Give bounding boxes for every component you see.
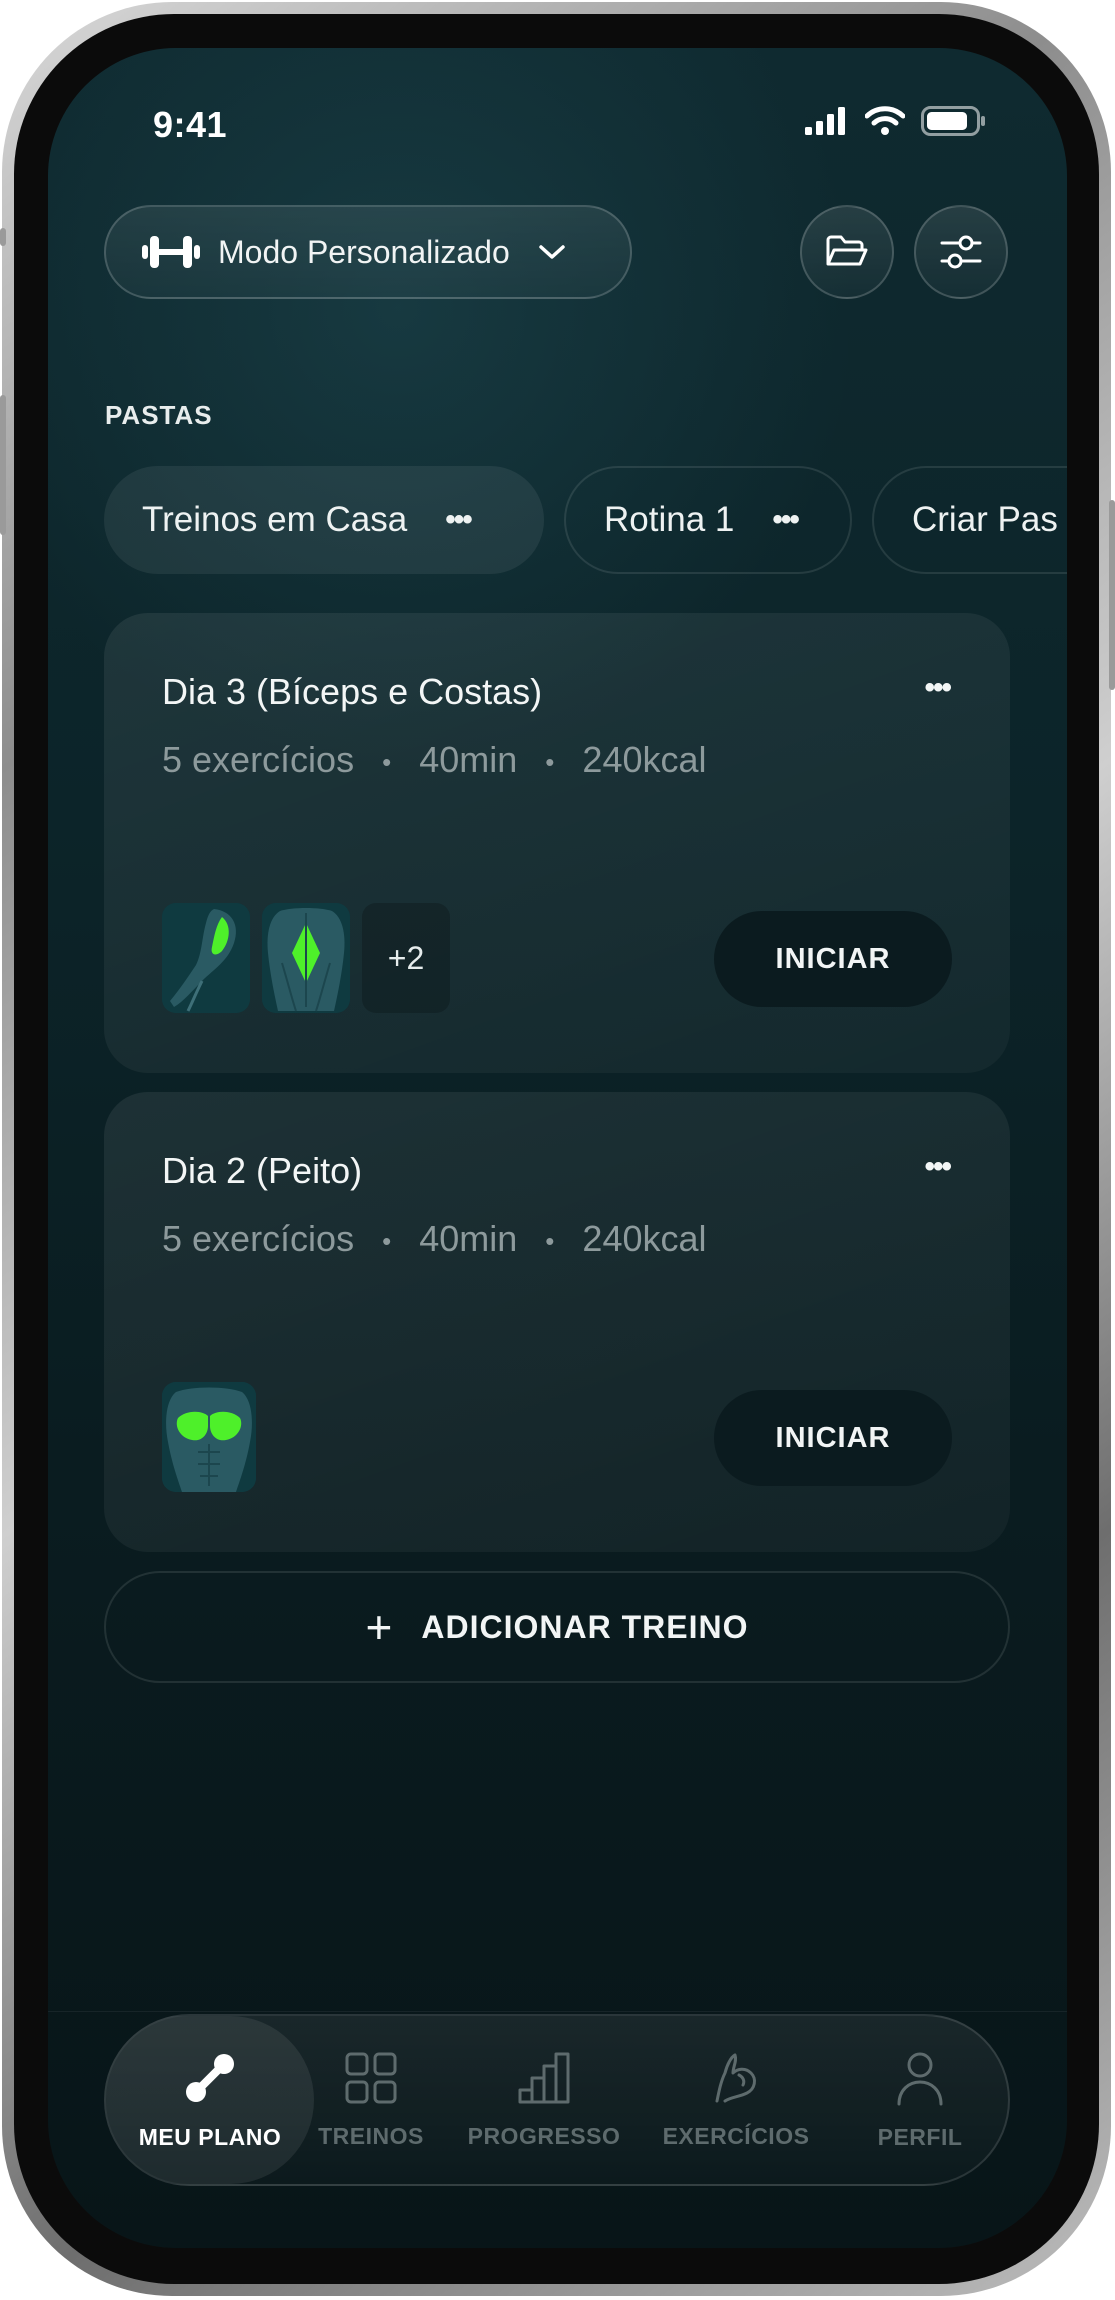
more-icon[interactable]: ••• [445, 503, 472, 537]
bicep-icon [715, 2053, 756, 2102]
grid-icon [345, 2052, 397, 2103]
more-icon[interactable]: ••• [924, 1150, 951, 1184]
nav-label: PERFIL [877, 2123, 963, 2150]
workout-card[interactable]: Dia 2 (Peito) ••• 5 exercícios • 40min •… [104, 1092, 1010, 1552]
meta-separator: • [545, 1225, 555, 1256]
workout-card[interactable]: Dia 3 (Bíceps e Costas) ••• 5 exercícios… [104, 613, 1010, 1073]
workout-duration: 40min [419, 1218, 518, 1259]
meta-separator: • [382, 746, 392, 777]
workout-calories: 240kcal [582, 739, 707, 780]
folder-chip-label: Criar Pas [912, 500, 1058, 539]
workout-title: Dia 3 (Bíceps e Costas) [162, 671, 543, 712]
workout-title: Dia 2 (Peito) [162, 1150, 363, 1191]
chevron-down-icon [538, 245, 565, 259]
muscle-thumbnails [162, 1382, 256, 1492]
nav-item-my-plan[interactable]: MEU PLANO [106, 2016, 314, 2184]
mode-label: Modo Personalizado [218, 233, 510, 270]
meta-separator: • [545, 746, 555, 777]
more-icon[interactable]: ••• [772, 503, 799, 537]
nav-label: MEU PLANO [138, 2123, 282, 2150]
exercise-count: 5 exercícios [162, 1218, 355, 1259]
folder-chip-label: Rotina 1 [604, 500, 735, 539]
more-icon[interactable]: ••• [924, 671, 951, 705]
app-screen: 9:41 Modo Personalizado PASTAS Treinos e… [48, 48, 1067, 2248]
add-workout-button[interactable]: + ADICIONAR TREINO [104, 1571, 1010, 1683]
folder-chip-routine[interactable]: Rotina 1 ••• [564, 466, 852, 574]
more-muscles-badge: +2 [362, 903, 450, 1013]
folder-chip-home[interactable]: Treinos em Casa ••• [104, 466, 544, 574]
dumbbell-icon [142, 236, 200, 268]
workout-duration: 40min [419, 739, 518, 780]
filter-button[interactable] [914, 205, 1008, 299]
bottom-navigation: MEU PLANO TREINOS PROGRESSO EXERCÍCIOS P… [104, 2014, 1010, 2186]
section-label-folders: PASTAS [105, 400, 213, 430]
workout-meta: 5 exercícios • 40min • 240kcal [162, 1218, 707, 1260]
back-muscle-image [262, 903, 350, 1013]
nav-item-progress[interactable]: PROGRESSO [464, 2016, 624, 2184]
nav-label: PROGRESSO [467, 2122, 621, 2149]
plan-icon [186, 2053, 234, 2102]
nav-item-profile[interactable]: PERFIL [866, 2016, 974, 2184]
workout-meta: 5 exercícios • 40min • 240kcal [162, 739, 707, 781]
phone-side-button [1109, 500, 1115, 690]
nav-label: EXERCÍCIOS [662, 2122, 810, 2149]
nav-item-workouts[interactable]: TREINOS [314, 2016, 428, 2184]
muscle-thumbnails: +2 [162, 903, 450, 1013]
sliders-icon [940, 235, 982, 269]
start-workout-button[interactable]: INICIAR [714, 911, 952, 1007]
folders-button[interactable] [800, 205, 894, 299]
battery-icon [921, 106, 985, 136]
add-workout-label: ADICIONAR TREINO [421, 1608, 749, 1645]
status-time: 9:41 [153, 104, 228, 145]
start-workout-button[interactable]: INICIAR [714, 1390, 952, 1486]
folder-chip-label: Treinos em Casa [142, 500, 408, 539]
nav-label: TREINOS [318, 2122, 424, 2149]
phone-side-button [0, 395, 6, 535]
meta-separator: • [382, 1225, 392, 1256]
plus-icon: + [365, 1601, 394, 1653]
phone-side-button [0, 228, 6, 246]
workout-calories: 240kcal [582, 1218, 707, 1259]
exercise-count: 5 exercícios [162, 739, 355, 780]
mode-selector[interactable]: Modo Personalizado [104, 205, 632, 299]
signal-icon [805, 107, 845, 135]
biceps-muscle-image [162, 903, 250, 1013]
person-icon [897, 2052, 943, 2105]
wifi-icon [865, 106, 905, 135]
bar-chart-icon [518, 2052, 570, 2103]
chest-muscle-image [162, 1382, 256, 1492]
folder-chip-create[interactable]: Criar Pas [872, 466, 1067, 574]
status-icons [805, 106, 987, 136]
folder-icon [826, 235, 868, 266]
nav-item-exercises[interactable]: EXERCÍCIOS [656, 2016, 816, 2184]
nav-divider [48, 2011, 1067, 2012]
